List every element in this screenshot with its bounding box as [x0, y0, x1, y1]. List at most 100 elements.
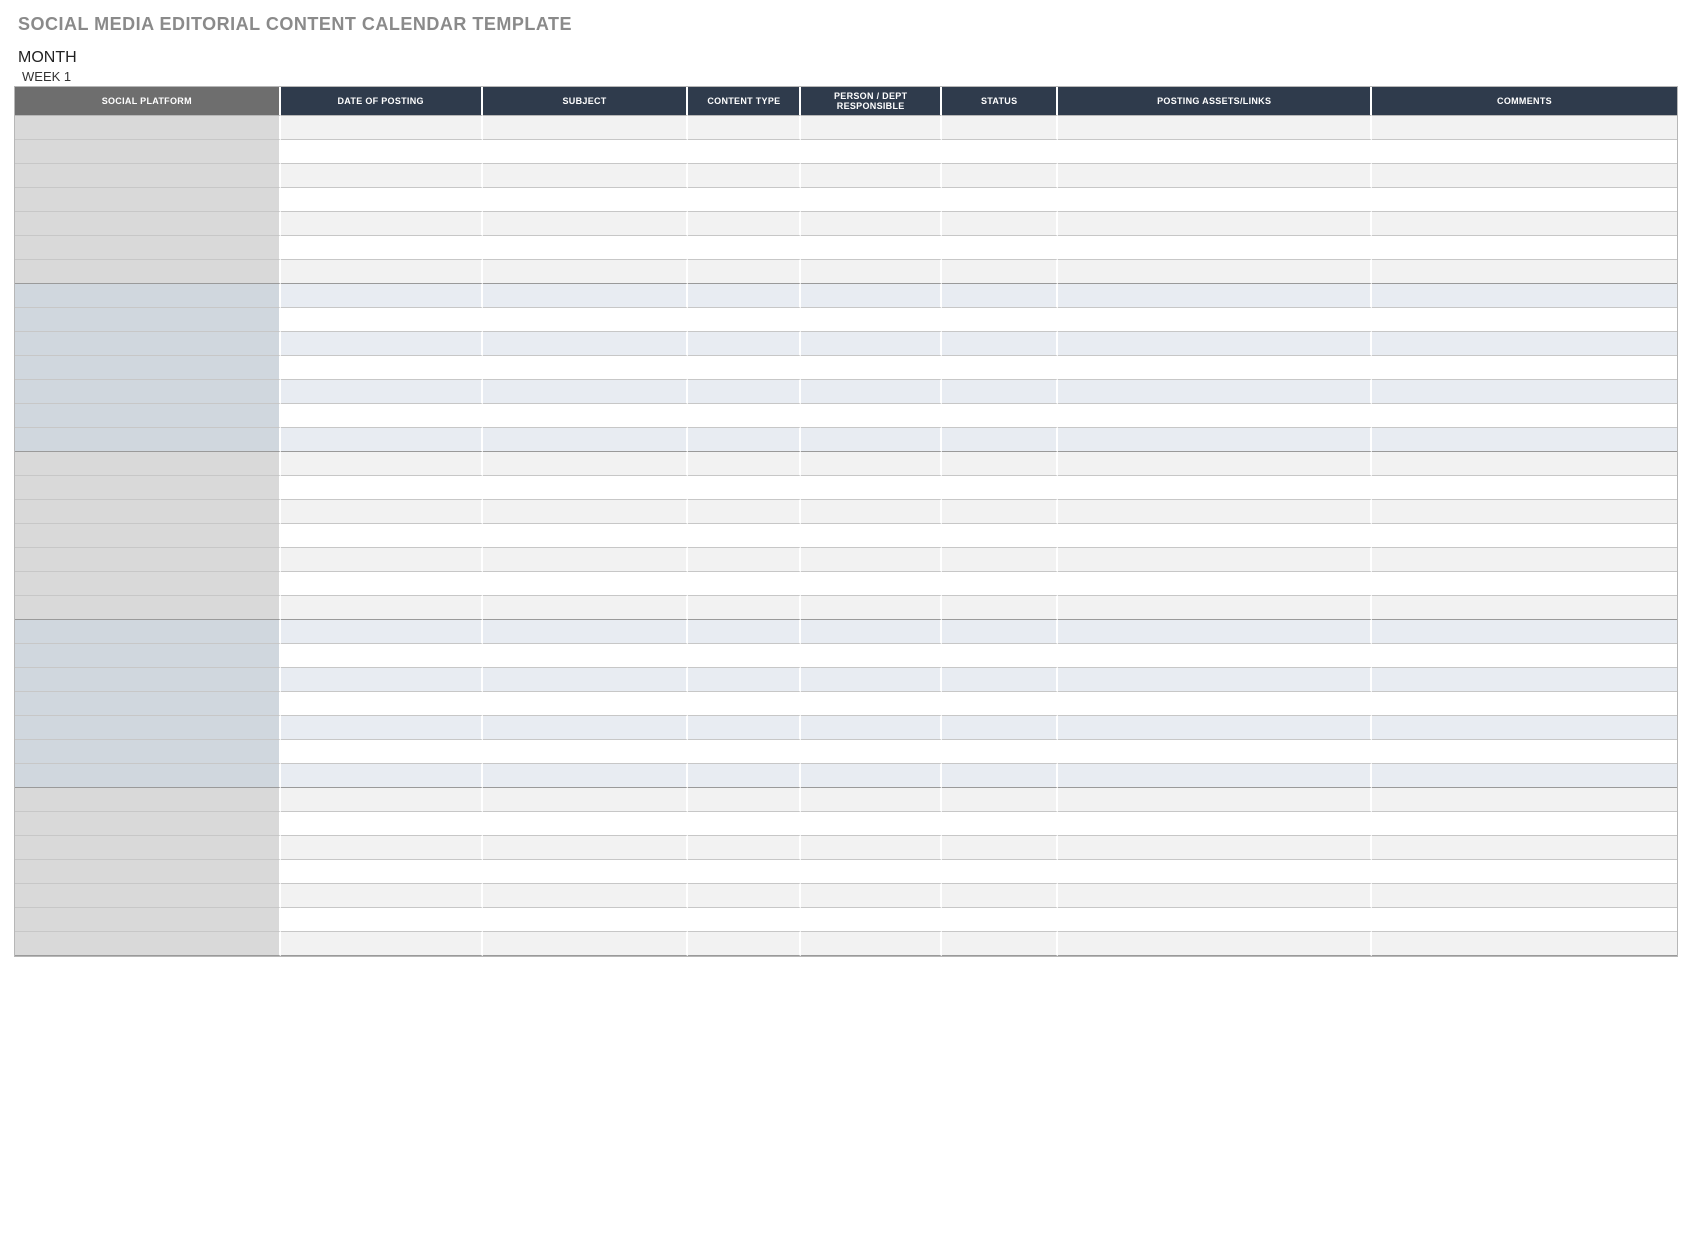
- cell[interactable]: [1058, 812, 1372, 836]
- cell[interactable]: [15, 500, 281, 524]
- cell[interactable]: [15, 572, 281, 596]
- cell[interactable]: [15, 140, 281, 164]
- cell[interactable]: [688, 188, 801, 212]
- cell[interactable]: [1372, 740, 1677, 764]
- cell[interactable]: [281, 380, 483, 404]
- cell[interactable]: [15, 260, 281, 284]
- cell[interactable]: [801, 668, 941, 692]
- cell[interactable]: [942, 692, 1059, 716]
- cell[interactable]: [281, 572, 483, 596]
- cell[interactable]: [1372, 380, 1677, 404]
- cell[interactable]: [942, 236, 1059, 260]
- cell[interactable]: [688, 812, 801, 836]
- cell[interactable]: [801, 644, 941, 668]
- cell[interactable]: [15, 452, 281, 476]
- cell[interactable]: [1372, 116, 1677, 140]
- cell[interactable]: [1372, 524, 1677, 548]
- cell[interactable]: [281, 500, 483, 524]
- cell[interactable]: [1372, 932, 1677, 956]
- cell[interactable]: [801, 836, 941, 860]
- cell[interactable]: [483, 764, 689, 788]
- cell[interactable]: [1058, 644, 1372, 668]
- cell[interactable]: [688, 332, 801, 356]
- cell[interactable]: [15, 644, 281, 668]
- cell[interactable]: [483, 644, 689, 668]
- cell[interactable]: [281, 404, 483, 428]
- cell[interactable]: [1058, 932, 1372, 956]
- cell[interactable]: [15, 860, 281, 884]
- cell[interactable]: [1058, 380, 1372, 404]
- cell[interactable]: [483, 620, 689, 644]
- cell[interactable]: [942, 500, 1059, 524]
- cell[interactable]: [281, 692, 483, 716]
- cell[interactable]: [942, 452, 1059, 476]
- cell[interactable]: [15, 380, 281, 404]
- cell[interactable]: [281, 212, 483, 236]
- cell[interactable]: [1058, 164, 1372, 188]
- cell[interactable]: [15, 548, 281, 572]
- cell[interactable]: [483, 932, 689, 956]
- cell[interactable]: [1372, 548, 1677, 572]
- cell[interactable]: [1372, 332, 1677, 356]
- cell[interactable]: [15, 716, 281, 740]
- cell[interactable]: [15, 596, 281, 620]
- cell[interactable]: [942, 308, 1059, 332]
- cell[interactable]: [483, 236, 689, 260]
- cell[interactable]: [1372, 668, 1677, 692]
- cell[interactable]: [15, 788, 281, 812]
- cell[interactable]: [942, 380, 1059, 404]
- cell[interactable]: [1372, 500, 1677, 524]
- cell[interactable]: [688, 836, 801, 860]
- cell[interactable]: [1372, 908, 1677, 932]
- cell[interactable]: [1372, 284, 1677, 308]
- cell[interactable]: [1372, 428, 1677, 452]
- cell[interactable]: [801, 404, 941, 428]
- cell[interactable]: [483, 428, 689, 452]
- cell[interactable]: [15, 116, 281, 140]
- cell[interactable]: [1372, 452, 1677, 476]
- cell[interactable]: [801, 380, 941, 404]
- cell[interactable]: [1372, 140, 1677, 164]
- cell[interactable]: [281, 908, 483, 932]
- cell[interactable]: [1058, 116, 1372, 140]
- cell[interactable]: [483, 332, 689, 356]
- cell[interactable]: [15, 476, 281, 500]
- cell[interactable]: [801, 500, 941, 524]
- cell[interactable]: [15, 668, 281, 692]
- cell[interactable]: [1058, 356, 1372, 380]
- cell[interactable]: [483, 788, 689, 812]
- cell[interactable]: [688, 884, 801, 908]
- cell[interactable]: [688, 140, 801, 164]
- cell[interactable]: [281, 644, 483, 668]
- cell[interactable]: [942, 524, 1059, 548]
- cell[interactable]: [688, 356, 801, 380]
- cell[interactable]: [1058, 212, 1372, 236]
- cell[interactable]: [1058, 236, 1372, 260]
- cell[interactable]: [1372, 788, 1677, 812]
- cell[interactable]: [801, 620, 941, 644]
- cell[interactable]: [281, 596, 483, 620]
- cell[interactable]: [801, 548, 941, 572]
- cell[interactable]: [1058, 716, 1372, 740]
- cell[interactable]: [15, 740, 281, 764]
- cell[interactable]: [281, 236, 483, 260]
- cell[interactable]: [281, 812, 483, 836]
- cell[interactable]: [281, 476, 483, 500]
- cell[interactable]: [688, 380, 801, 404]
- cell[interactable]: [1058, 452, 1372, 476]
- cell[interactable]: [483, 692, 689, 716]
- cell[interactable]: [1372, 644, 1677, 668]
- cell[interactable]: [688, 308, 801, 332]
- cell[interactable]: [801, 740, 941, 764]
- cell[interactable]: [688, 644, 801, 668]
- cell[interactable]: [942, 212, 1059, 236]
- cell[interactable]: [483, 116, 689, 140]
- cell[interactable]: [688, 692, 801, 716]
- cell[interactable]: [1372, 620, 1677, 644]
- cell[interactable]: [483, 164, 689, 188]
- cell[interactable]: [15, 164, 281, 188]
- cell[interactable]: [801, 212, 941, 236]
- cell[interactable]: [688, 764, 801, 788]
- cell[interactable]: [688, 740, 801, 764]
- cell[interactable]: [281, 308, 483, 332]
